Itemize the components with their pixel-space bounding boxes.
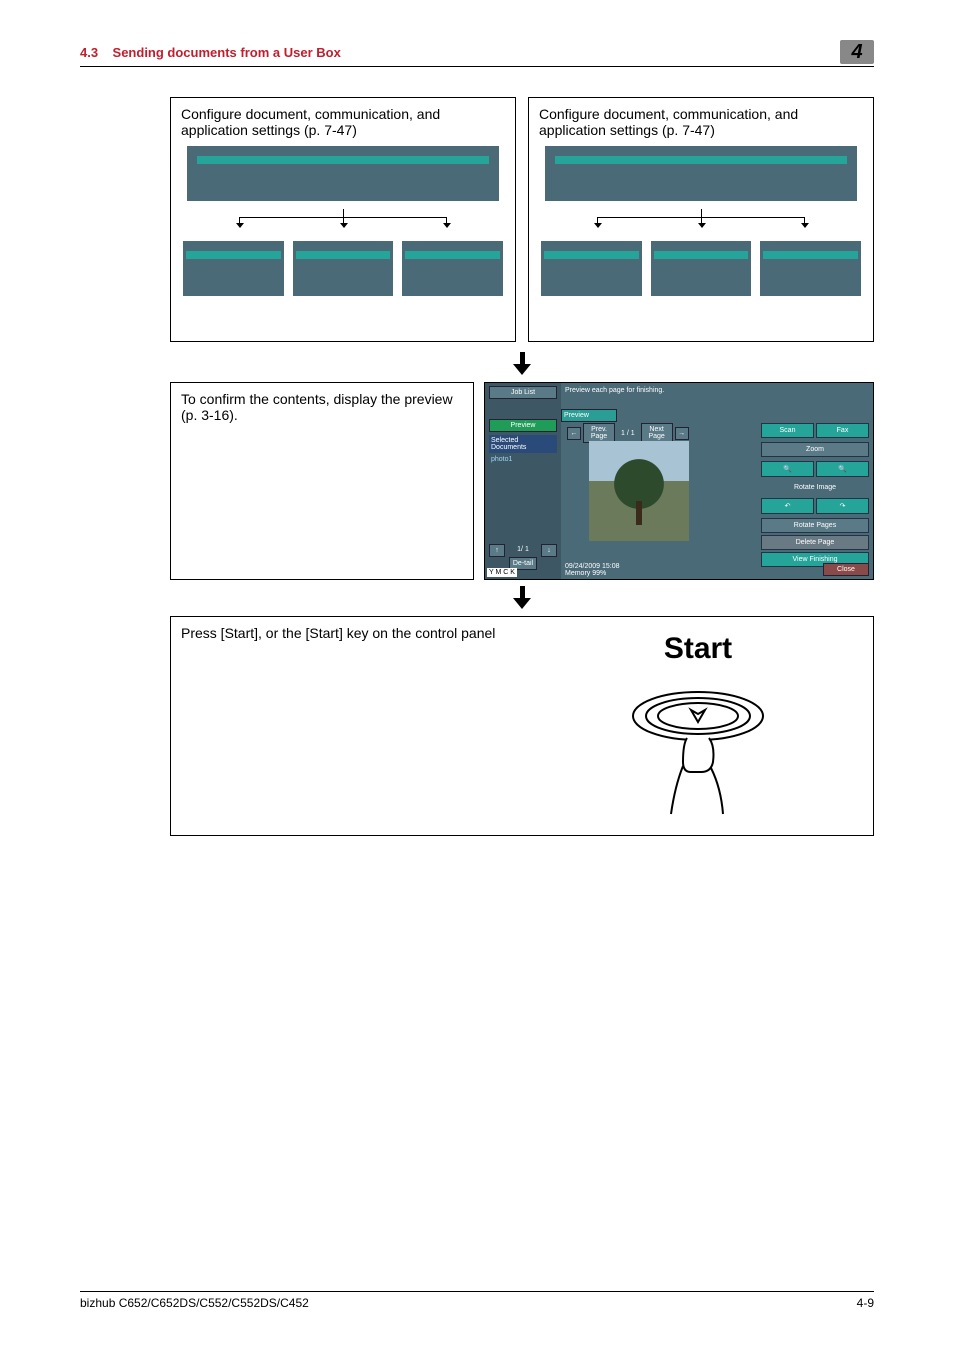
step-preview-row: To confirm the contents, display the pre… [170, 382, 874, 580]
screen-thumb [183, 241, 283, 296]
screen-thumb [651, 241, 751, 296]
zoom-out-button[interactable]: 🔍 [761, 461, 814, 477]
prev-page-button[interactable]: Prev. Page [583, 423, 615, 443]
preview-right-panel: Scan Fax Zoom 🔍 🔍 Rotate Image ↶ ↷ [761, 421, 869, 569]
preview-button[interactable]: Preview [489, 419, 557, 432]
next-arrow-button[interactable]: → [675, 427, 689, 440]
ymck-indicator: Y M C K [487, 568, 517, 577]
start-graphic: Start [623, 632, 773, 829]
rotate-image-label: Rotate Image [761, 481, 869, 494]
section-title: Sending documents from a User Box [113, 45, 341, 60]
rotate-right-button[interactable]: ↷ [816, 498, 869, 514]
screen-thumb [402, 241, 502, 296]
step-configure-row: Configure document, communication, and a… [170, 97, 874, 342]
prev-arrow-button[interactable]: ← [567, 427, 581, 440]
screen-thumb-main-right [545, 146, 856, 201]
screen-thumb-main-left [187, 146, 498, 201]
start-button-icon [623, 666, 773, 826]
zoom-label: Zoom [761, 442, 869, 457]
start-label: Start [623, 632, 773, 666]
arrow-down-icon [513, 352, 531, 376]
page-footer: bizhub C652/C652DS/C552/C552DS/C452 4-9 [80, 1291, 874, 1310]
start-text: Press [Start], or the [Start] key on the… [181, 625, 495, 827]
next-page-button[interactable]: Next Page [641, 423, 673, 443]
preview-text-box: To confirm the contents, display the pre… [170, 382, 474, 580]
document-name: photo1 [485, 456, 561, 463]
page-header: 4.3 Sending documents from a User Box 4 [80, 40, 874, 67]
zoom-in-button[interactable]: 🔍 [816, 461, 869, 477]
preview-main: Preview each page for finishing. Preview… [561, 383, 873, 579]
scroll-down-button[interactable]: ↓ [541, 544, 557, 557]
scan-button[interactable]: Scan [761, 423, 814, 438]
preview-tab-header: Preview [561, 409, 617, 422]
diagram-connector-left [191, 209, 496, 225]
start-box: Press [Start], or the [Start] key on the… [170, 616, 874, 836]
sidebar-page-indicator: 1/ 1 [507, 544, 539, 557]
section-heading: 4.3 Sending documents from a User Box [80, 45, 341, 60]
screen-thumb [541, 241, 641, 296]
footer-model: bizhub C652/C652DS/C552/C552DS/C452 [80, 1296, 309, 1310]
tree-image [604, 456, 674, 526]
chapter-badge: 4 [840, 40, 874, 64]
scroll-up-button[interactable]: ↑ [489, 544, 505, 557]
preview-sidebar: Job List Preview Selected Documents phot… [485, 383, 561, 579]
rotate-pages-button[interactable]: Rotate Pages [761, 518, 869, 533]
preview-screen: Job List Preview Selected Documents phot… [484, 382, 874, 580]
rotate-left-button[interactable]: ↶ [761, 498, 814, 514]
configure-box-right: Configure document, communication, and a… [528, 97, 874, 342]
close-button[interactable]: Close [823, 563, 869, 576]
configure-text-right: Configure document, communication, and a… [539, 106, 863, 138]
screen-thumb-row-right [539, 241, 863, 296]
configure-text-left: Configure document, communication, and a… [181, 106, 505, 138]
memory-value: Memory 99% [565, 570, 606, 577]
screen-thumb-row-left [181, 241, 505, 296]
fax-button[interactable]: Fax [816, 423, 869, 438]
delete-page-button[interactable]: Delete Page [761, 535, 869, 550]
preview-title: Preview each page for finishing. [561, 383, 873, 398]
page-indicator: 1 / 1 [617, 430, 639, 437]
screen-thumb [293, 241, 393, 296]
preview-image [589, 441, 689, 541]
job-list-button[interactable]: Job List [489, 386, 557, 399]
footer-page-number: 4-9 [857, 1296, 874, 1310]
step-start-row: Press [Start], or the [Start] key on the… [170, 616, 874, 836]
configure-box-left: Configure document, communication, and a… [170, 97, 516, 342]
datetime-value: 09/24/2009 15:08 [565, 563, 620, 570]
datetime-label: 09/24/2009 15:08 Memory 99% [565, 563, 620, 577]
diagram-connector-right [549, 209, 854, 225]
section-number: 4.3 [80, 45, 98, 60]
arrow-down-icon [513, 586, 531, 610]
screen-thumb [760, 241, 860, 296]
selected-documents-label: Selected Documents [489, 435, 557, 453]
preview-text: To confirm the contents, display the pre… [181, 391, 463, 423]
